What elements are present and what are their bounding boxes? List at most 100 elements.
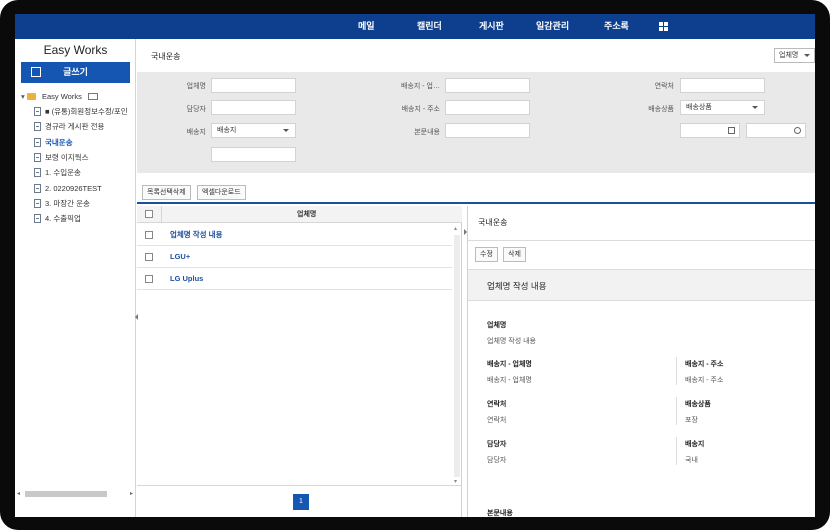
nav-board[interactable]: 게시판 [479,14,504,39]
delivery-select[interactable]: 배송지 [211,123,296,138]
delivery-extra-input[interactable] [211,147,296,162]
edit-button[interactable]: 수정 [475,247,498,262]
sidebar-horizontal-scrollbar[interactable]: ◂ ▸ [17,490,133,498]
nav-mail[interactable]: 메일 [358,14,375,39]
column-divider [161,206,162,223]
nav-tasks[interactable]: 일감관리 [536,14,569,39]
write-button-label: 글쓰기 [63,67,88,77]
scrollbar-thumb[interactable] [25,491,107,497]
write-button[interactable]: 글쓰기 [21,62,130,83]
action-bar: 목록선택삭제 엑셀다운로드 [137,179,815,204]
title-bar: 국내운송 업체명 [137,39,815,70]
scroll-up-icon[interactable]: ▴ [454,225,457,232]
field-contact-label: 연락처 [487,401,507,408]
delete-selected-button[interactable]: 목록선택삭제 [142,185,191,200]
column-company-header[interactable]: 업체명 [297,206,316,223]
manager-input[interactable] [211,100,296,115]
edit-icon [31,67,41,77]
row-checkbox[interactable] [145,275,153,283]
company-select[interactable]: 업체명 [774,48,815,63]
nav-calendar[interactable]: 캘린더 [417,14,442,39]
row-checkbox[interactable] [145,231,153,239]
tree-item-3[interactable]: 보령 이지웍스 [34,151,88,165]
time-input[interactable] [746,123,806,138]
tree-item-1[interactable]: 경규라 게시판 전용 [34,120,104,134]
field-contact-value: 연락처 [487,417,507,424]
nav-addressbook[interactable]: 주소록 [604,14,629,39]
scroll-down-icon[interactable]: ▾ [454,478,457,485]
list-row[interactable]: LG Uplus [137,268,452,290]
filter-panel: 업체명 담당자 배송지 배송지 배송지 - 업… 배송지 - 주소 본문내용 연… [137,72,815,173]
product-select-value: 배송상품 [686,104,712,111]
folder-icon [26,93,36,100]
scroll-right-icon[interactable]: ▸ [130,490,133,497]
delivery-address-input[interactable] [445,100,530,115]
company-label: 업체명 [186,83,206,90]
app-screen: 메일 캘린더 게시판 일감관리 주소록 Easy Works 글쓰기 ▾ Eas… [15,14,815,517]
tree-item-6[interactable]: 3. 마장간 운송 [34,197,90,211]
clock-icon[interactable] [794,127,801,134]
field-delivery-address-value: 배송지 - 주소 [685,377,724,384]
product-select[interactable]: 배송상품 [680,100,765,115]
tree-item-5[interactable]: 2. 0220926TEST [34,182,102,196]
contact-input[interactable] [680,78,765,93]
document-icon [34,168,41,177]
tree-root-label: Easy Works [41,92,82,101]
field-product-label: 배송상품 [685,401,711,408]
row-company[interactable]: LGU+ [170,246,190,268]
detail-heading: 업체명 작성 내용 [468,269,815,301]
detail-record-title: 업체명 작성 내용 [487,281,547,291]
main-content: 국내운송 업체명 업체명 담당자 배송지 배송지 배송지 - 업… 배송지 - … [135,39,815,517]
divider [468,240,815,241]
row-company[interactable]: 업체명 작성 내용 [170,224,222,246]
apps-grid-icon[interactable] [659,22,668,31]
date-input[interactable] [680,123,740,138]
tree-item-label: 보령 이지웍스 [45,153,89,162]
delivery-select-value: 배송지 [217,127,237,134]
page-1-button[interactable]: 1 [293,494,309,510]
list-row[interactable]: 업체명 작성 내용 [137,224,452,246]
tree-item-7[interactable]: 4. 수출픽업 [34,212,81,226]
excel-download-button[interactable]: 엑셀다운로드 [197,185,246,200]
field-delivery-value: 국내 [685,457,698,464]
field-delivery-company-label: 배송지 - 업체명 [487,361,532,368]
delivery-company-input[interactable] [445,78,530,93]
collapse-sidebar-icon[interactable] [135,314,138,320]
tree-item-label: 4. 수출픽업 [45,214,81,223]
delete-button[interactable]: 삭제 [503,247,526,262]
row-company[interactable]: LG Uplus [170,268,203,290]
list-vertical-scrollbar[interactable]: ▴ ▾ [452,223,461,485]
field-company-label: 업체명 [487,322,507,329]
field-body-label: 본문내용 [487,510,513,517]
list-row[interactable]: LGU+ [137,246,452,268]
document-icon [34,214,41,223]
tree-item-4[interactable]: 1. 수입운송 [34,166,81,180]
sidebar: Easy Works 글쓰기 ▾ Easy Works ■ (유통)회원정보수정… [15,39,136,517]
field-company-value: 업체명 작성 내용 [487,338,536,345]
scroll-left-icon[interactable]: ◂ [17,490,20,497]
scrollbar-track[interactable] [454,235,460,477]
column-divider [676,437,677,465]
tree-item-2[interactable]: 국내운송 [34,136,73,150]
field-product-value: 포장 [685,417,698,424]
delivery-label: 배송지 [186,129,206,136]
tree-item-label: 1. 수입운송 [45,168,81,177]
document-icon [34,199,41,208]
field-delivery-label: 배송지 [685,441,705,448]
brand-title: Easy Works [43,43,108,57]
column-divider [676,397,677,425]
tree-root[interactable]: ▾ Easy Works [21,90,98,104]
tree-item-label: 경규라 게시판 전용 [45,122,105,131]
company-input[interactable] [211,78,296,93]
tree-item-0[interactable]: ■ (유통)회원정보수정/포인 [34,105,128,119]
body-input[interactable] [445,123,530,138]
calendar-icon[interactable] [728,127,735,134]
document-icon [34,153,41,162]
row-checkbox[interactable] [145,253,153,261]
contact-label: 연락처 [654,83,674,90]
folder-outline-icon[interactable] [87,93,98,100]
manager-label: 담당자 [186,106,206,113]
record-list: 업체명 업체명 작성 내용 LGU+ LG Uplus ▴ ▾ 1 [135,206,462,517]
pagination: 1 [137,485,462,517]
select-all-checkbox[interactable] [145,210,153,218]
